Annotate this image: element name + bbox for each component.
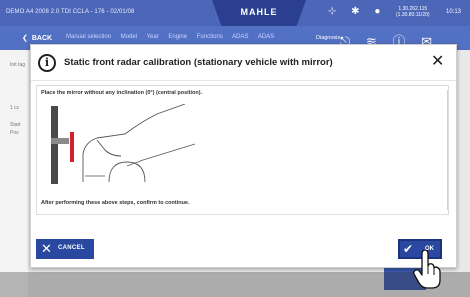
dialog-title: Static front radar calibration (stationa… [64,57,333,68]
headlight [96,139,122,157]
mirror-position-illustration [51,104,196,184]
calibration-dialog: i Static front radar calibration (statio… [30,44,457,268]
car-outline [82,104,186,182]
app-screen: DEMO A4 2008 2.0 TDI CCLA - 176 - 02/01/… [0,0,470,297]
record-icon: ● [374,6,381,17]
cancel-button[interactable]: ✕ CANCEL [36,239,94,259]
bluetooth-icon: ✱ [351,6,360,17]
scrollbar[interactable] [447,90,448,210]
connection-address: 1.30.262.115 (1.30.80.11/20) [396,6,430,18]
confirm-instruction: After performing these above steps, conf… [41,200,190,206]
close-icon[interactable]: ✕ [431,53,444,71]
mirror-mount [51,138,69,144]
vehicle-info: DEMO A4 2008 2.0 TDI CCLA - 176 - 02/01/… [6,9,135,15]
mirror-stand [51,106,58,184]
antenna-icon: ⊹ [328,6,337,17]
status-icons: ⊹ ✱ ● [328,6,392,17]
modal-overlay [0,272,470,297]
breadcrumb-item[interactable]: Year [147,34,159,40]
info-icon: i [38,54,56,72]
breadcrumb-item[interactable]: ADAS [258,34,274,40]
body-line [126,143,196,167]
background-side-panel: Init tag 1 cc Start Pos [0,50,28,297]
breadcrumb: Manual selection Model Year Engine Funct… [66,34,282,40]
wheel-arch [108,161,146,183]
instruction-panel: Place the mirror without any inclination… [36,85,449,215]
clock: 10:13 [446,9,462,15]
pointer-hand-icon [413,250,441,289]
breadcrumb-item[interactable]: Model [121,34,137,40]
breadcrumb-item[interactable]: Engine [168,34,187,40]
breadcrumb-item[interactable]: Manual selection [66,34,111,40]
status-bar: DEMO A4 2008 2.0 TDI CCLA - 176 - 02/01/… [0,0,470,26]
dialog-header: i Static front radar calibration (statio… [31,45,456,81]
instruction-text: Place the mirror without any inclination… [41,90,203,96]
brand-logo: MAHLE [240,7,278,17]
checkmark-icon: ✔ [403,242,414,256]
back-button[interactable]: BACK [22,34,52,42]
breadcrumb-item[interactable]: Functions [197,34,223,40]
close-icon: ✕ [41,241,52,256]
diagnosis-label: Diagnosis [316,35,341,41]
mirror [70,132,74,162]
breadcrumb-item[interactable]: ADAS [232,34,248,40]
cancel-label: CANCEL [58,245,85,251]
